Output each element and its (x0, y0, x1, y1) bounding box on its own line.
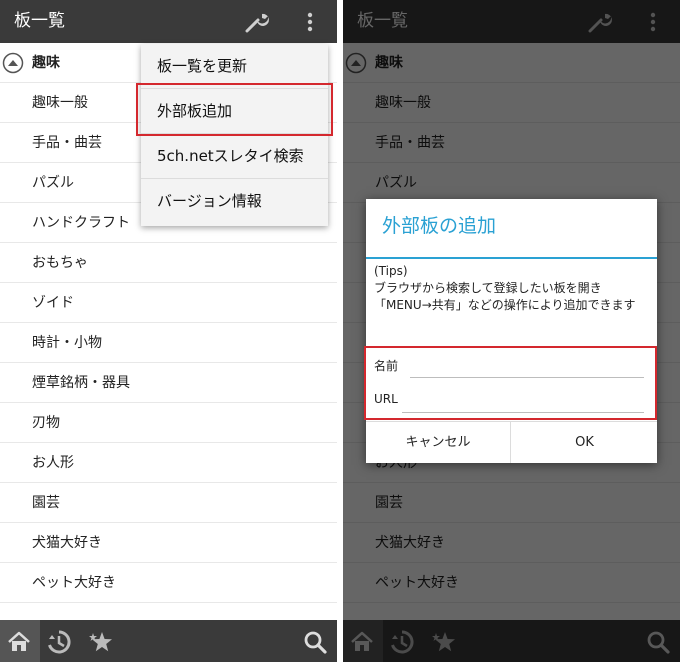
overflow-menu-icon[interactable] (300, 11, 320, 33)
dialog-title: 外部板の追加 (382, 215, 497, 237)
tips-body: ブラウザから検索して登録したい板を開き「MENU→共有」などの操作により追加でき… (374, 281, 636, 312)
list-item[interactable]: 犬猫大好き (0, 523, 337, 563)
dialog-tips: (Tips) ブラウザから検索して登録したい板を開き「MENU→共有」などの操作… (374, 263, 650, 314)
bottom-nav (0, 620, 337, 662)
list-item-label: 煙草銘柄・器具 (32, 375, 130, 391)
app-title: 板一覧 (14, 11, 65, 31)
home-icon[interactable] (6, 629, 32, 655)
cancel-button[interactable]: キャンセル (366, 422, 511, 463)
wrench-icon[interactable] (244, 11, 270, 33)
list-item[interactable]: 刃物 (0, 403, 337, 443)
list-item-label: 刃物 (32, 415, 60, 431)
list-item[interactable]: おもちゃ (0, 243, 337, 283)
list-item-label: 時計・小物 (32, 335, 102, 351)
app-bar: 板一覧 (0, 0, 337, 43)
list-item[interactable]: ペット大好き (0, 563, 337, 603)
list-item-label: ペット大好き (32, 575, 116, 591)
ok-button[interactable]: OK (512, 422, 657, 463)
history-icon[interactable] (46, 629, 72, 655)
collapse-up-icon (2, 52, 24, 74)
list-item-label: 園芸 (32, 495, 60, 511)
dialog-button-bar: キャンセル OK (366, 421, 657, 463)
phone-screen-dialog: 板一覧 趣味 趣味一般 手品・曲芸 パズル ハンドクラフト おもちゃ ゾイド 時… (343, 0, 680, 662)
list-item[interactable]: 園芸 (0, 483, 337, 523)
dialog-title-divider (366, 257, 657, 259)
list-item-label: ゾイド (32, 295, 74, 311)
list-item-label: お人形 (32, 455, 74, 471)
menu-item-label: 5ch.netスレタイ検索 (157, 147, 304, 165)
list-item-label: ハンドクラフト (32, 215, 130, 231)
list-item[interactable]: 時計・小物 (0, 323, 337, 363)
highlight-frame (364, 346, 657, 420)
add-external-board-dialog: 外部板の追加 (Tips) ブラウザから検索して登録したい板を開き「MENU→共… (366, 199, 657, 463)
search-icon[interactable] (302, 629, 328, 655)
list-item[interactable]: ゾイド (0, 283, 337, 323)
list-item[interactable]: 煙草銘柄・器具 (0, 363, 337, 403)
highlight-frame (136, 83, 333, 136)
favorites-icon[interactable] (88, 629, 114, 655)
list-item-label: 手品・曲芸 (32, 135, 102, 151)
tips-heading: (Tips) (374, 264, 408, 278)
list-item-label: 犬猫大好き (32, 535, 102, 551)
list-item-label: 趣味一般 (32, 95, 88, 111)
list-item-label: おもちゃ (32, 255, 88, 271)
menu-item-version-info[interactable]: バージョン情報 (141, 179, 328, 224)
menu-item-label: バージョン情報 (157, 192, 262, 210)
list-item-label: パズル (32, 175, 74, 191)
category-label: 趣味 (32, 55, 60, 71)
list-item[interactable]: お人形 (0, 443, 337, 483)
menu-item-thread-title-search[interactable]: 5ch.netスレタイ検索 (141, 134, 328, 179)
phone-screen-menu: 板一覧 趣味 趣味一般 手品・曲芸 パズル ハンドクラフト おもちゃ ゾイド 時… (0, 0, 337, 662)
